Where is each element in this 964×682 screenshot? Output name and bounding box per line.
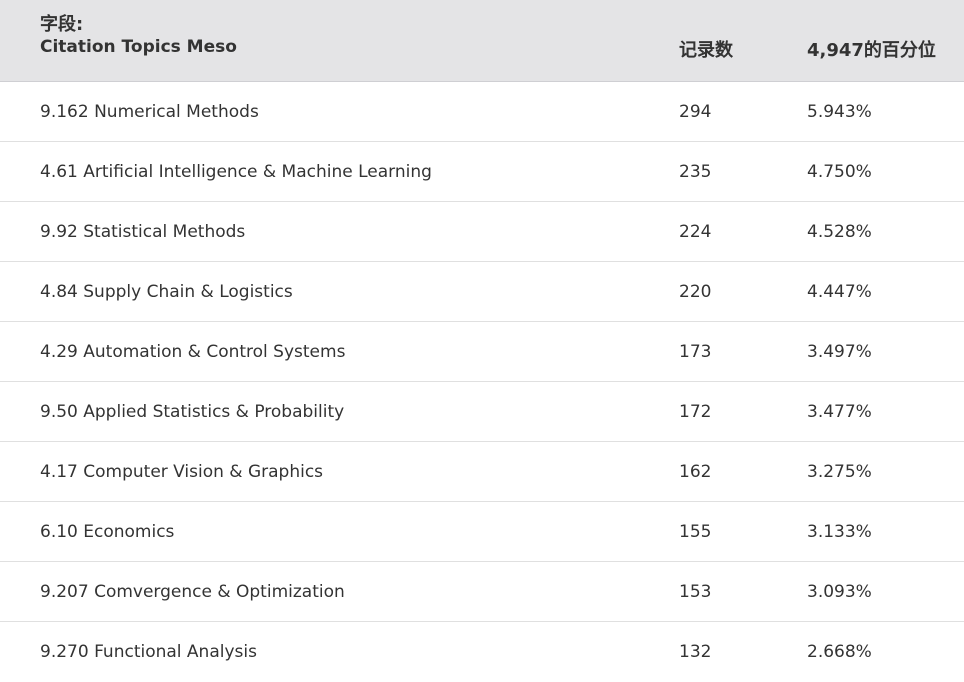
topic-cell[interactable]: 9.92 Statistical Methods: [40, 202, 245, 262]
topic-cell[interactable]: 4.84 Supply Chain & Logistics: [40, 262, 293, 322]
table-row: 9.92 Statistical Methods 224 4.528%: [0, 202, 964, 262]
topic-cell[interactable]: 9.270 Functional Analysis: [40, 622, 257, 682]
table-row: 9.270 Functional Analysis 132 2.668%: [0, 622, 964, 682]
percent-cell: 4.447%: [807, 282, 872, 302]
table-row: 4.29 Automation & Control Systems 173 3.…: [0, 322, 964, 382]
percent-cell: 3.275%: [807, 462, 872, 482]
record-count-cell: 224: [679, 222, 712, 242]
record-count-cell: 155: [679, 522, 712, 542]
percent-cell: 2.668%: [807, 642, 872, 662]
percent-cell: 4.528%: [807, 222, 872, 242]
topic-cell[interactable]: 4.29 Automation & Control Systems: [40, 322, 345, 382]
table-row: 6.10 Economics 155 3.133%: [0, 502, 964, 562]
table-row: 4.17 Computer Vision & Graphics 162 3.27…: [0, 442, 964, 502]
table-row: 4.61 Artificial Intelligence & Machine L…: [0, 142, 964, 202]
topic-cell[interactable]: 9.50 Applied Statistics & Probability: [40, 382, 344, 442]
record-count-cell: 173: [679, 342, 712, 362]
topic-cell[interactable]: 9.207 Comvergence & Optimization: [40, 562, 345, 622]
table-row: 9.162 Numerical Methods 294 5.943%: [0, 82, 964, 142]
record-count-cell: 235: [679, 162, 712, 182]
percent-cell: 5.943%: [807, 102, 872, 122]
topic-cell[interactable]: 6.10 Economics: [40, 502, 174, 562]
table-body: 9.162 Numerical Methods 294 5.943% 4.61 …: [0, 82, 964, 682]
record-count-cell: 294: [679, 102, 712, 122]
table-row: 4.84 Supply Chain & Logistics 220 4.447%: [0, 262, 964, 322]
percent-cell: 3.477%: [807, 402, 872, 422]
percent-cell: 3.093%: [807, 582, 872, 602]
table-row: 9.207 Comvergence & Optimization 153 3.0…: [0, 562, 964, 622]
record-count-cell: 153: [679, 582, 712, 602]
results-table: 字段: Citation Topics Meso 记录数 4,947的百分位 9…: [0, 0, 964, 682]
record-count-cell: 172: [679, 402, 712, 422]
field-name-header[interactable]: Citation Topics Meso: [40, 37, 237, 57]
percent-cell: 3.497%: [807, 342, 872, 362]
table-header: 字段: Citation Topics Meso 记录数 4,947的百分位: [0, 0, 964, 82]
percent-cell: 3.133%: [807, 522, 872, 542]
topic-cell[interactable]: 4.61 Artificial Intelligence & Machine L…: [40, 142, 432, 202]
record-count-cell: 162: [679, 462, 712, 482]
record-count-cell: 132: [679, 642, 712, 662]
percent-header[interactable]: 4,947的百分位: [807, 36, 936, 62]
topic-cell[interactable]: 9.162 Numerical Methods: [40, 82, 259, 142]
percent-cell: 4.750%: [807, 162, 872, 182]
table-row: 9.50 Applied Statistics & Probability 17…: [0, 382, 964, 442]
record-count-cell: 220: [679, 282, 712, 302]
record-count-header[interactable]: 记录数: [679, 36, 733, 62]
field-label: 字段:: [40, 14, 84, 35]
topic-cell[interactable]: 4.17 Computer Vision & Graphics: [40, 442, 323, 502]
